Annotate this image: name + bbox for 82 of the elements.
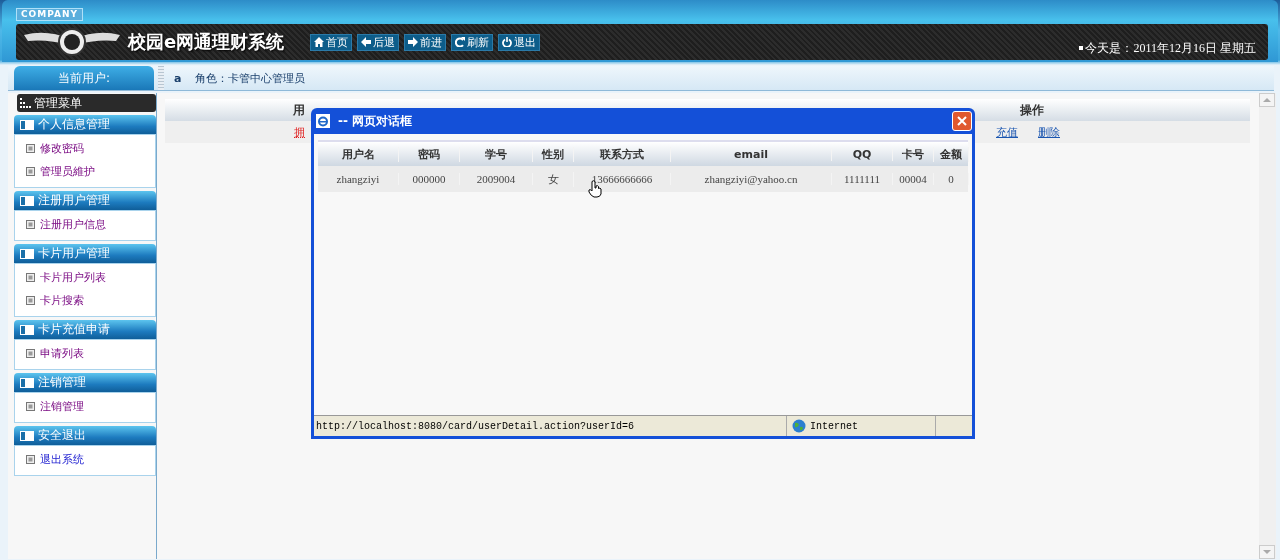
column-header: 学号	[460, 146, 533, 162]
column-header: email	[671, 147, 832, 161]
column-header: 密码	[399, 146, 460, 162]
menu-link[interactable]: 注册用户信息	[40, 217, 106, 232]
menu-link[interactable]: 卡片用户列表	[40, 270, 106, 285]
right-arrow-icon	[408, 37, 419, 47]
column-header: 操作	[1018, 101, 1045, 119]
panel-icon	[20, 195, 34, 206]
menu-link[interactable]: 管理员維护	[40, 164, 95, 179]
menu-link[interactable]: 修改密码	[40, 141, 84, 156]
page-icon	[26, 167, 35, 176]
nav-button[interactable]: 退出	[498, 33, 541, 51]
group-title: 注册用户管理	[38, 192, 110, 209]
column-header: 金额	[934, 146, 969, 162]
action-link[interactable]: 删除	[1038, 124, 1060, 140]
table-cell: 女	[533, 171, 574, 187]
page-icon	[26, 349, 35, 358]
system-title: 校园e网通理财系统	[128, 30, 285, 54]
menu-link[interactable]: 卡片搜索	[40, 293, 84, 308]
page-icon	[26, 402, 35, 411]
user-link[interactable]: 拥	[165, 124, 305, 140]
power-icon	[502, 37, 513, 47]
panel-icon	[20, 324, 34, 335]
column-header: QQ	[832, 147, 893, 161]
group-title: 个人信息管理	[38, 116, 110, 133]
bullet-icon	[1079, 46, 1084, 50]
column-header: 用	[292, 101, 305, 119]
table-cell: 2009004	[460, 173, 533, 185]
group-header[interactable]: 卡片充值申请	[14, 320, 156, 339]
table-cell: 000000	[399, 173, 460, 185]
grid-icon	[20, 98, 32, 108]
nav-button[interactable]: 刷新	[451, 33, 494, 51]
column-header: 用户名	[318, 146, 399, 162]
group-title: 安全退出	[38, 427, 86, 444]
user-name: a	[174, 71, 182, 85]
page-icon	[26, 455, 35, 464]
action-link[interactable]: 充值	[996, 124, 1018, 140]
column-header: 联系方式	[574, 146, 671, 162]
zone-label: Internet	[810, 420, 858, 432]
group-title: 卡片充值申请	[38, 321, 110, 338]
close-button[interactable]	[952, 111, 972, 131]
group-header[interactable]: 卡片用户管理	[14, 244, 156, 263]
close-icon	[957, 116, 967, 126]
menu-link[interactable]: 退出系统	[40, 452, 84, 467]
page-icon	[26, 273, 35, 282]
role-text: 角色：卡管中心管理员	[195, 70, 306, 86]
menu-link[interactable]: 注销管理	[40, 399, 84, 414]
scrollbar[interactable]	[1259, 93, 1276, 559]
group-title: 注销管理	[38, 374, 86, 391]
group-header[interactable]: 注册用户管理	[14, 191, 156, 210]
table-cell: 0	[934, 173, 969, 185]
grip-icon	[158, 66, 164, 90]
column-header: 性别	[533, 146, 574, 162]
status-url: http://localhost:8080/card/userDetail.action?userId=6	[315, 420, 636, 432]
panel-icon	[20, 377, 34, 388]
nav-button[interactable]: 前进	[404, 33, 447, 51]
panel-icon	[20, 119, 34, 130]
panel-icon	[20, 430, 34, 441]
page-icon	[26, 144, 35, 153]
globe-icon	[792, 419, 806, 433]
page-icon	[26, 220, 35, 229]
company-badge: COMPANY	[16, 8, 83, 21]
page-icon	[26, 296, 35, 305]
group-header[interactable]: 注销管理	[14, 373, 156, 392]
dialog-title: -- 网页对话框	[338, 112, 413, 130]
browser-icon	[316, 114, 330, 128]
table-cell: zhangziyi@yahoo.cn	[671, 173, 832, 185]
menu-title-text: 管理菜单	[34, 94, 82, 112]
group-header[interactable]: 安全退出	[14, 426, 156, 445]
menu-link[interactable]: 申请列表	[40, 346, 84, 361]
panel-icon	[20, 248, 34, 259]
date-text: 今天是：2011年12月16日 星期五	[1085, 39, 1256, 57]
refresh-icon	[455, 37, 466, 47]
nav-button[interactable]: 首页	[310, 33, 353, 51]
table-cell: 1111111	[832, 173, 893, 185]
column-header: 卡号	[893, 146, 934, 162]
group-title: 卡片用户管理	[38, 245, 110, 262]
table-cell: 00004	[893, 173, 934, 185]
table-cell: zhangziyi	[318, 173, 399, 185]
nav-button[interactable]: 后退	[357, 33, 400, 51]
left-arrow-icon	[361, 37, 372, 47]
home-icon	[314, 37, 325, 47]
